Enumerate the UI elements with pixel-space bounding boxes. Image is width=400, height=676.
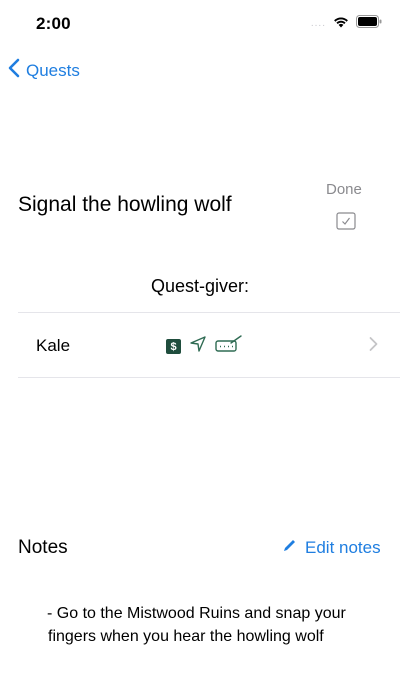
edit-notes-button[interactable]: Edit notes xyxy=(282,538,381,558)
quest-title: Signal the howling wolf xyxy=(18,193,232,216)
navigation-arrow-icon xyxy=(189,335,207,358)
notes-body: - Go to the Mistwood Ruins and snap your… xyxy=(47,605,346,645)
quest-giver-icons: $ xyxy=(166,335,243,358)
done-label: Done xyxy=(326,181,362,198)
dollar-icon: $ xyxy=(166,339,181,354)
status-icons: .... xyxy=(311,14,382,34)
chevron-left-icon xyxy=(8,58,20,83)
row-divider-bottom xyxy=(18,377,400,378)
quest-giver-name: Kale xyxy=(36,336,71,355)
edit-notes-label: Edit notes xyxy=(305,538,381,557)
quest-giver-heading: Quest-giver: xyxy=(150,276,250,296)
notes-title: Notes xyxy=(18,537,68,558)
checkmark-square-icon xyxy=(336,212,356,230)
signal-indicator: .... xyxy=(310,18,326,29)
chevron-right-icon xyxy=(369,336,378,357)
done-checkbox[interactable] xyxy=(336,212,356,230)
back-button[interactable]: Quests xyxy=(8,58,80,83)
keyboard-signature-icon xyxy=(215,335,243,358)
wifi-icon xyxy=(332,15,350,34)
status-time: 2:00 xyxy=(36,14,71,33)
quest-giver-row[interactable]: Kale $ xyxy=(0,313,400,377)
battery-icon xyxy=(356,15,382,33)
pencil-icon xyxy=(282,538,297,558)
back-button-label: Quests xyxy=(26,60,80,80)
